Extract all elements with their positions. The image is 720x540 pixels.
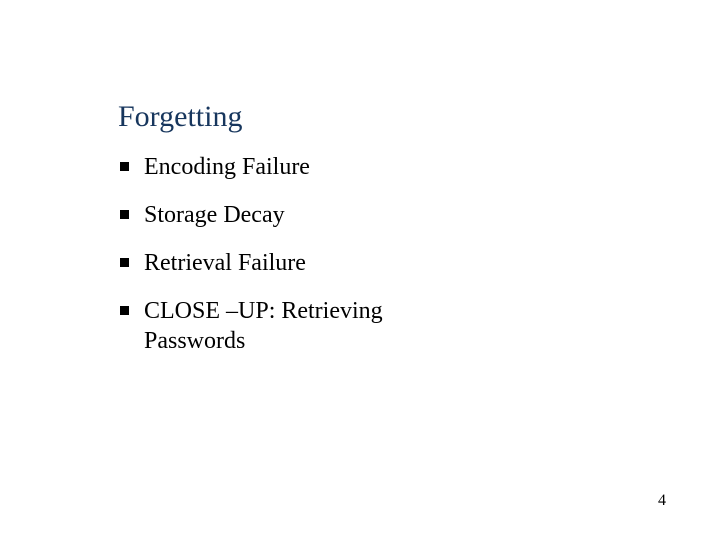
list-item-label: Retrieval Failure [144, 250, 306, 276]
square-bullet-icon [120, 258, 129, 267]
square-bullet-icon [120, 162, 129, 171]
slide: Forgetting Encoding Failure Storage Deca… [0, 0, 720, 540]
list-item: CLOSE –UP: Retrieving Passwords [118, 296, 484, 356]
square-bullet-icon [120, 210, 129, 219]
bullet-list: Encoding Failure Storage Decay Retrieval… [118, 152, 610, 356]
list-item-label: CLOSE –UP: Retrieving Passwords [144, 298, 383, 354]
list-item: Encoding Failure [118, 152, 484, 182]
page-number: 4 [658, 492, 666, 510]
slide-title: Forgetting [118, 100, 610, 134]
list-item: Storage Decay [118, 200, 484, 230]
list-item-label: Storage Decay [144, 202, 285, 228]
list-item-label: Encoding Failure [144, 154, 310, 180]
list-item: Retrieval Failure [118, 248, 484, 278]
square-bullet-icon [120, 306, 129, 315]
